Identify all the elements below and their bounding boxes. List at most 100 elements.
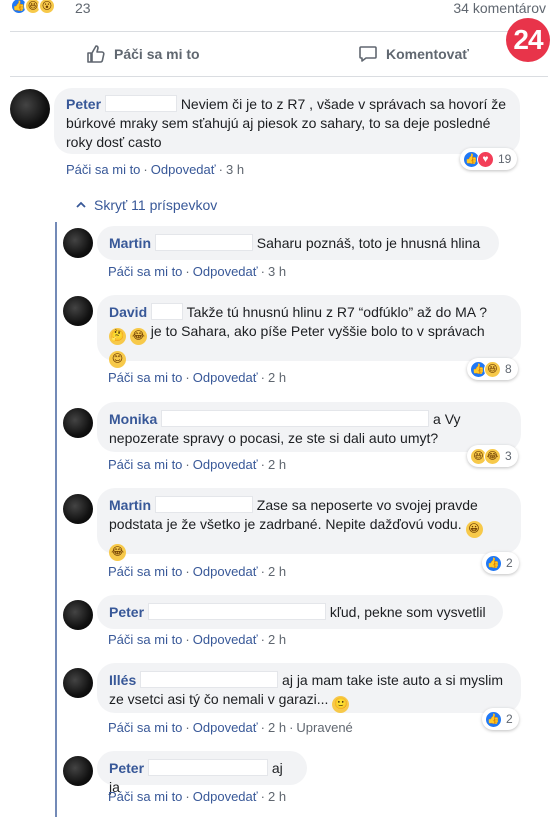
comment-author[interactable]: Martin bbox=[109, 235, 151, 251]
like-link[interactable]: Páči sa mi to bbox=[108, 720, 182, 735]
reply-link[interactable]: Odpovedať bbox=[193, 632, 258, 647]
avatar[interactable] bbox=[63, 408, 93, 438]
redacted-name bbox=[104, 95, 177, 112]
comment-reactions[interactable]: 👍 2 bbox=[482, 552, 519, 574]
redacted-name bbox=[140, 671, 279, 688]
comment-text: Zase sa neposerte vo svojej pravde bbox=[256, 497, 478, 513]
reply-link[interactable]: Odpovedať bbox=[193, 789, 258, 804]
comment-text-continued: ze vsetci asi tý čo nemali v garazi... bbox=[109, 691, 329, 707]
like-link[interactable]: Páči sa mi to bbox=[108, 457, 182, 472]
comment-time[interactable]: 2 h bbox=[268, 720, 286, 735]
reply-link[interactable]: Odpovedať bbox=[151, 162, 216, 177]
hide-replies-label: Skryť 11 príspevkov bbox=[94, 197, 218, 213]
comment-bubble: David Takže tú hnusnú hlinu z R7 “odfúkl… bbox=[97, 295, 521, 368]
comment-bubble: Martin Saharu poznáš, toto je hnusná hli… bbox=[97, 226, 499, 260]
comment-meta: Páči sa mi to · Odpovedať · 2 h bbox=[108, 632, 287, 647]
comment-time[interactable]: 3 h bbox=[226, 162, 244, 177]
laughing-emoji-icon: 😂 bbox=[129, 328, 147, 345]
reply-link[interactable]: Odpovedať bbox=[193, 564, 258, 579]
like-link[interactable]: Páči sa mi to bbox=[108, 632, 182, 647]
comment-text: kľud, pekne som vysvetlil bbox=[329, 604, 486, 620]
comment-label: Komentovať bbox=[386, 46, 469, 62]
comment-author[interactable]: Peter bbox=[109, 604, 144, 620]
comment-text-continued: nepozerate spravy o pocasi, ze ste si da… bbox=[109, 430, 439, 446]
like-button[interactable]: Páči sa mi to bbox=[86, 44, 200, 64]
comments-count-link[interactable]: 34 komentárov bbox=[453, 0, 546, 16]
grin-emoji-icon: 😀 bbox=[465, 521, 483, 538]
reaction-count[interactable]: 23 bbox=[75, 0, 91, 16]
avatar[interactable] bbox=[63, 296, 93, 326]
heart-icon: ♥ bbox=[477, 150, 494, 168]
reaction-count: 19 bbox=[498, 152, 512, 166]
comment-bubble: Peter Neviem či je to z R7 , všade v spr… bbox=[54, 88, 520, 154]
comment-time[interactable]: 2 h bbox=[268, 457, 286, 472]
comment-reactions[interactable]: 👍 ♥ 19 bbox=[460, 148, 518, 170]
hide-replies-link[interactable]: Skryť 11 príspevkov bbox=[76, 197, 217, 213]
comment-reactions[interactable]: 👍 2 bbox=[482, 708, 519, 730]
comment-reactions[interactable]: 😆 😂 3 bbox=[467, 445, 518, 467]
thinking-emoji-icon: 🤔 bbox=[109, 328, 126, 345]
comment-meta: Páči sa mi to · Odpovedať · 3 h bbox=[66, 162, 245, 177]
comment-time[interactable]: 2 h bbox=[268, 564, 286, 579]
reply-link[interactable]: Odpovedať bbox=[193, 370, 258, 385]
redacted-name bbox=[154, 496, 253, 513]
reply-link[interactable]: Odpovedať bbox=[193, 720, 258, 735]
comment-meta: Páči sa mi to · Odpovedať · 2 h bbox=[108, 564, 287, 579]
comment-meta: Páči sa mi to · Odpovedať · 3 h bbox=[108, 264, 287, 279]
comment-author[interactable]: Peter bbox=[109, 760, 144, 776]
action-bar: Páči sa mi to Komentovať bbox=[0, 36, 558, 74]
edited-label[interactable]: Upravené bbox=[296, 720, 352, 735]
comment-bubble: Martin Zase sa neposerte vo svojej pravd… bbox=[97, 488, 521, 561]
comment-author[interactable]: Peter bbox=[66, 96, 101, 112]
comment-time[interactable]: 2 h bbox=[268, 632, 286, 647]
comment-bubble: Monika a Vy nepozerate spravy o pocasi, … bbox=[97, 402, 521, 452]
like-icon: 👍 bbox=[485, 710, 502, 728]
avatar[interactable] bbox=[63, 228, 93, 258]
avatar[interactable] bbox=[63, 600, 93, 630]
smile-emoji-icon: 😊 bbox=[109, 351, 126, 368]
avatar[interactable] bbox=[63, 668, 93, 698]
reaction-icons: 👍 😆 😮 bbox=[10, 0, 56, 15]
comment-author[interactable]: David bbox=[109, 304, 147, 320]
avatar[interactable] bbox=[63, 756, 93, 786]
like-link[interactable]: Páči sa mi to bbox=[108, 370, 182, 385]
comment-meta: Páči sa mi to · Odpovedať · 2 h bbox=[108, 457, 287, 472]
logo-24: 24 bbox=[506, 18, 550, 62]
comment-text: a Vy bbox=[433, 411, 461, 427]
like-link[interactable]: Páči sa mi to bbox=[66, 162, 140, 177]
divider bbox=[10, 31, 548, 32]
reaction-count: 2 bbox=[506, 712, 513, 726]
comment-bubble: Peter kľud, pekne som vysvetlil bbox=[97, 595, 503, 629]
avatar[interactable] bbox=[63, 494, 93, 524]
wow-icon: 😮 bbox=[38, 0, 56, 15]
comment-icon bbox=[359, 46, 377, 62]
like-icon: 👍 bbox=[485, 554, 502, 572]
reply-link[interactable]: Odpovedať bbox=[193, 457, 258, 472]
comment-reactions[interactable]: 👍 😆 8 bbox=[467, 358, 518, 380]
reply-link[interactable]: Odpovedať bbox=[193, 264, 258, 279]
haha-icon: 😆 bbox=[484, 360, 501, 378]
like-link[interactable]: Páči sa mi to bbox=[108, 264, 182, 279]
comment-time[interactable]: 3 h bbox=[268, 264, 286, 279]
reaction-summary[interactable]: 👍 😆 😮 23 34 komentárov bbox=[0, 0, 558, 22]
comment-meta: Páči sa mi to · Odpovedať · 2 h · Upravené bbox=[108, 720, 353, 735]
comment-text: aj ja mam take iste auto a si myslim bbox=[282, 672, 503, 688]
thumbs-up-icon bbox=[87, 45, 105, 63]
thread-line bbox=[55, 222, 57, 817]
reaction-count: 2 bbox=[506, 556, 513, 570]
redacted-name bbox=[151, 303, 184, 320]
redacted-name bbox=[147, 759, 268, 776]
avatar[interactable] bbox=[10, 89, 50, 129]
like-link[interactable]: Páči sa mi to bbox=[108, 789, 182, 804]
comment-time[interactable]: 2 h bbox=[268, 370, 286, 385]
comment-author[interactable]: Monika bbox=[109, 411, 157, 427]
comment-bubble: Peter aj ja bbox=[97, 751, 307, 795]
comment-button[interactable]: Komentovať bbox=[358, 44, 469, 64]
like-link[interactable]: Páči sa mi to bbox=[108, 564, 182, 579]
chevron-up-icon bbox=[76, 201, 86, 208]
comment-text-continued: podstata je že všetko je zadrbané. Nepit… bbox=[109, 516, 462, 532]
comment-author[interactable]: Illés bbox=[109, 672, 136, 688]
comment-time[interactable]: 2 h bbox=[268, 789, 286, 804]
comment-author[interactable]: Martin bbox=[109, 497, 151, 513]
comment-text: Takže tú hnusnú hlinu z R7 “odfúklo” až … bbox=[186, 304, 488, 320]
